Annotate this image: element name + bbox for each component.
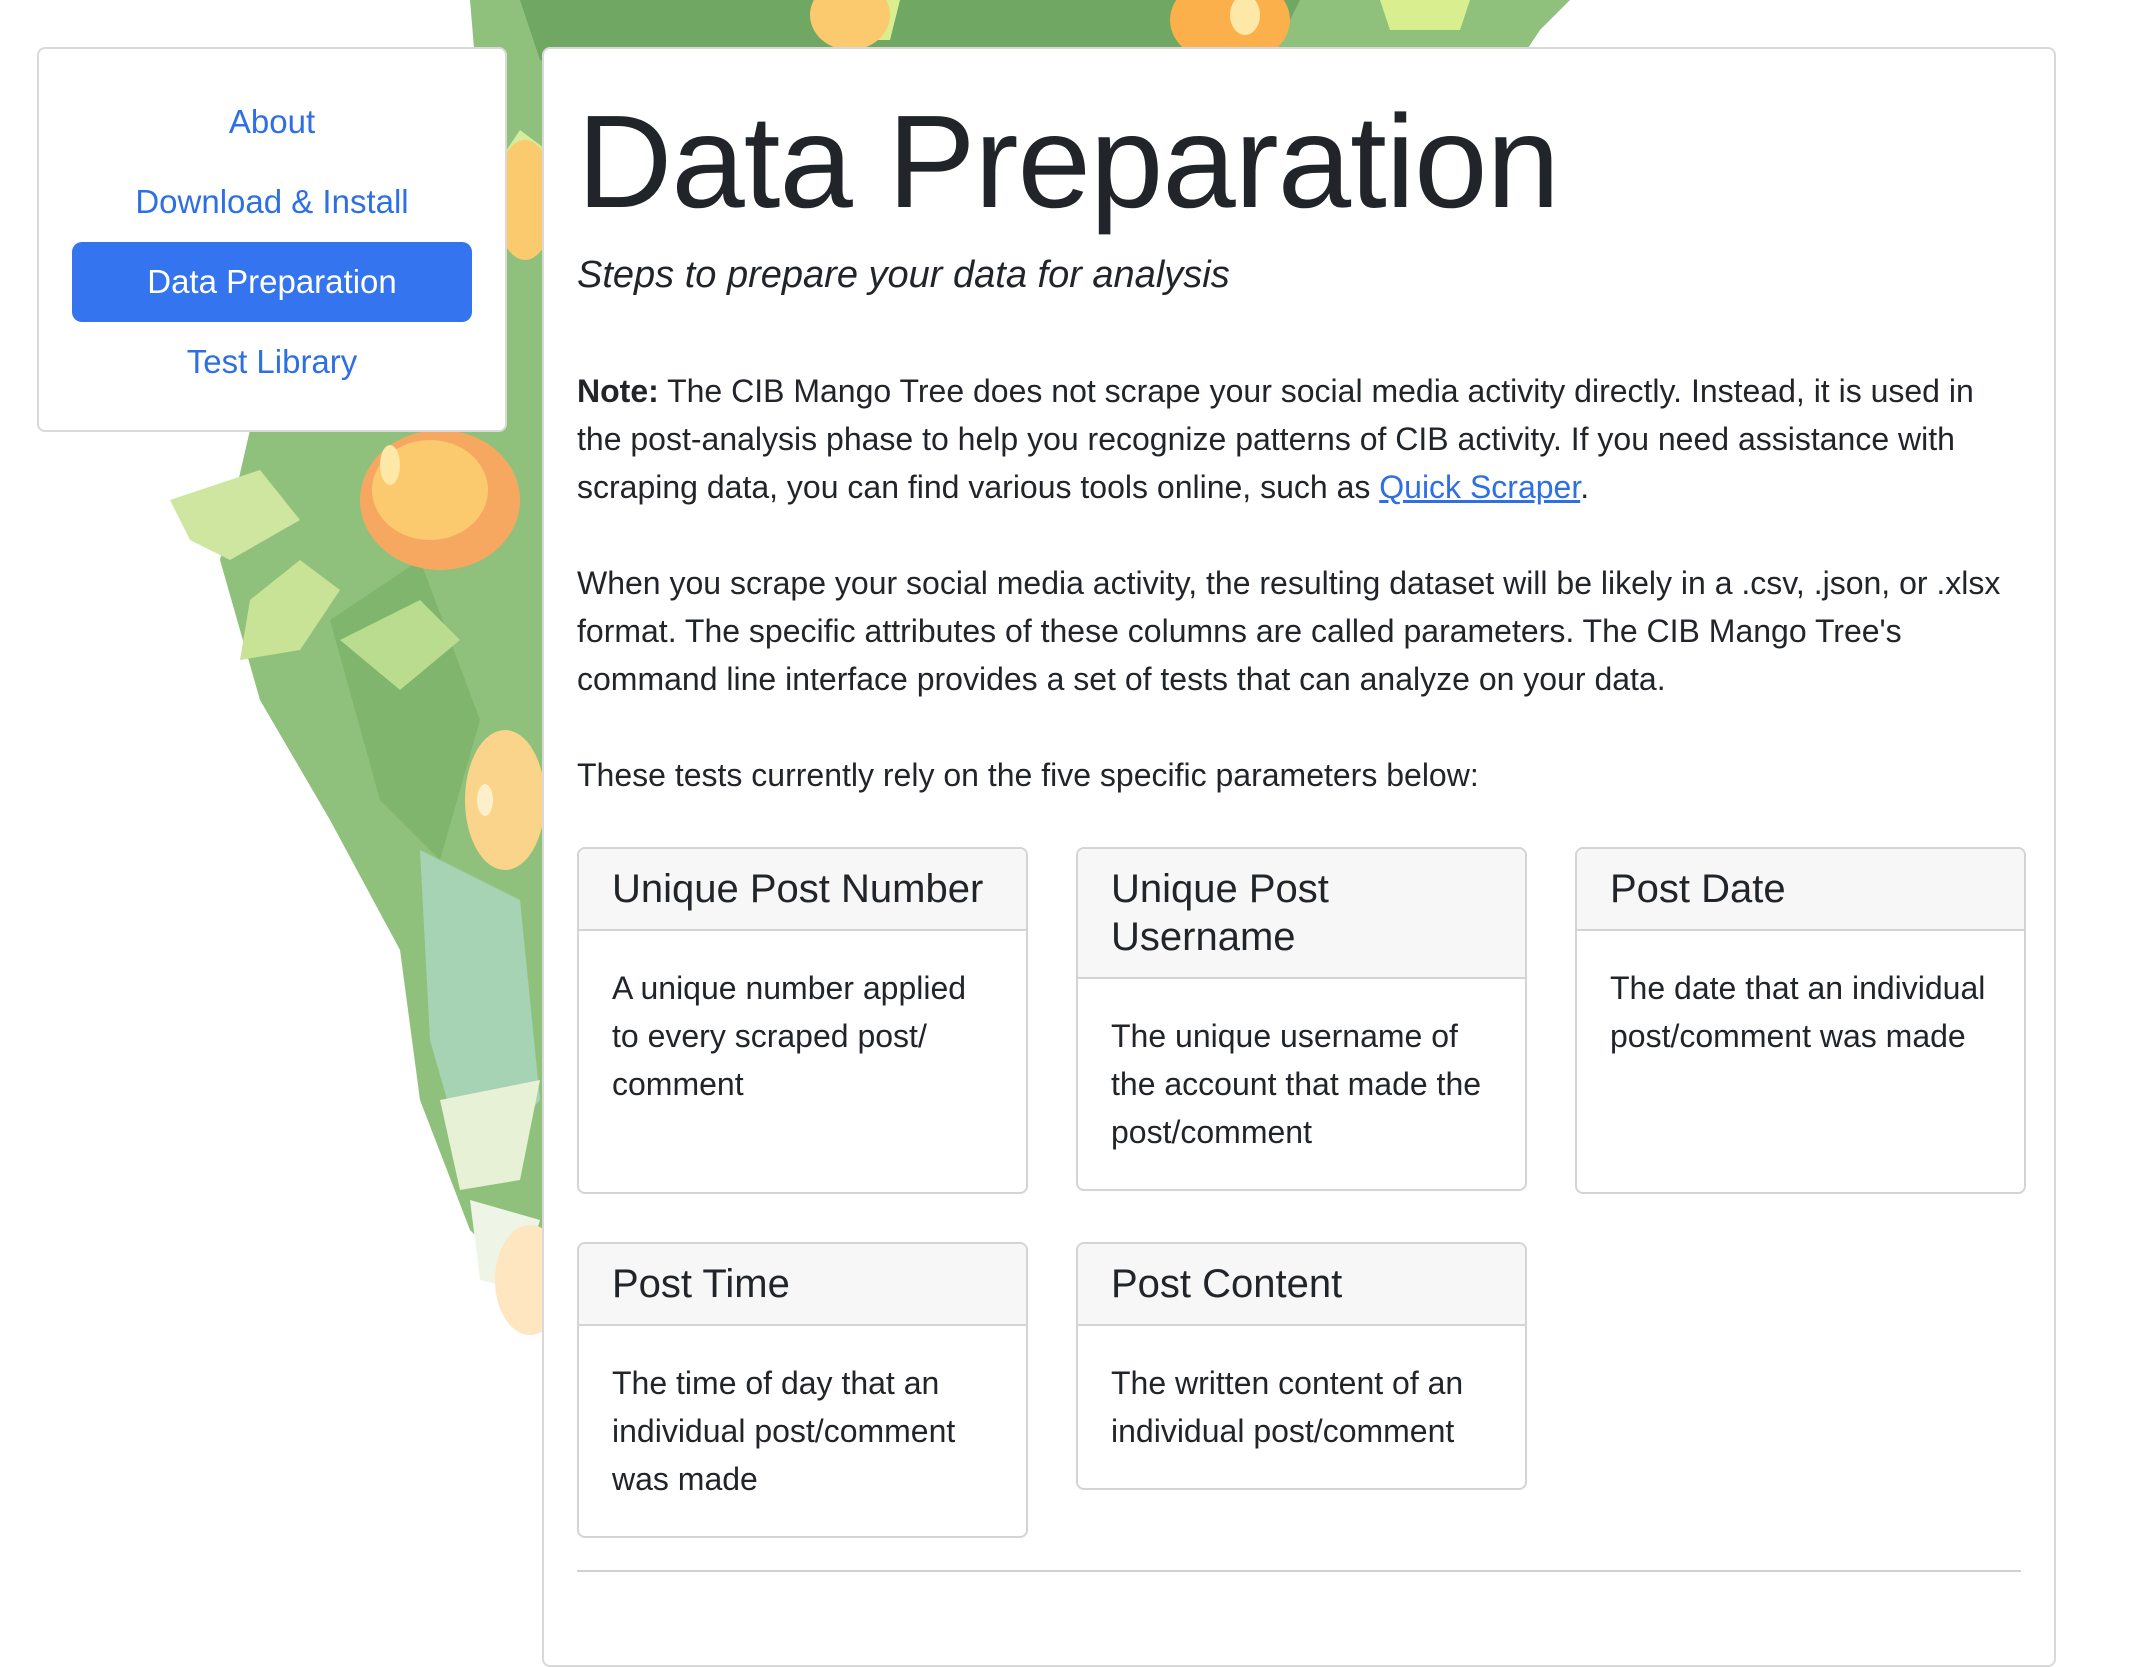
parameter-card-post-time: Post Time The time of day that an indivi… [577,1242,1028,1539]
card-body: The written content of an individual pos… [1111,1365,1464,1450]
card-title: Post Content [1078,1244,1525,1327]
parameter-card-post-content: Post Content The written content of an i… [1076,1242,1527,1491]
quick-scraper-link[interactable]: Quick Scraper [1379,469,1580,505]
nav-item-data-preparation[interactable]: Data Preparation [72,242,472,322]
parameter-cards-grid: Unique Post Number A unique number appli… [577,847,2026,1539]
page-title: Data Preparation [577,88,1560,235]
card-body: The date that an individual post/comment… [1610,970,1986,1055]
formats-paragraph: When you scrape your social media activi… [577,565,2001,698]
parameters-intro-paragraph: These tests currently rely on the five s… [577,757,1479,794]
nav-item-download-install[interactable]: Download & Install [72,162,472,242]
main-content: Data Preparation Steps to prepare your d… [542,47,2056,1667]
nav-item-about[interactable]: About [72,82,472,162]
note-text: The CIB Mango Tree does not scrape your … [577,373,1974,506]
parameter-card-post-date: Post Date The date that an individual po… [1575,847,2026,1195]
card-title: Post Time [579,1244,1026,1327]
section-divider [577,1570,2021,1573]
card-body: The time of day that an individual post/… [612,1365,956,1498]
card-title: Unique Post Username [1078,849,1525,980]
card-body: The unique username of the account that … [1111,1018,1482,1151]
card-title: Post Date [1577,849,2024,932]
card-title: Unique Post Number [579,849,1026,932]
note-end: . [1580,469,1590,506]
card-body: A unique number applied to every scraped… [612,970,967,1103]
note-paragraph: Note: The CIB Mango Tree does not scrape… [577,367,2021,511]
page-subtitle: Steps to prepare your data for analysis [577,254,1230,297]
nav-item-test-library[interactable]: Test Library [72,322,472,402]
parameter-card-unique-post-username: Unique Post Username The unique username… [1076,847,1527,1192]
note-label: Note: [577,373,659,410]
sidebar-nav: About Download & Install Data Preparatio… [37,47,507,432]
parameter-card-unique-post-number: Unique Post Number A unique number appli… [577,847,1028,1195]
